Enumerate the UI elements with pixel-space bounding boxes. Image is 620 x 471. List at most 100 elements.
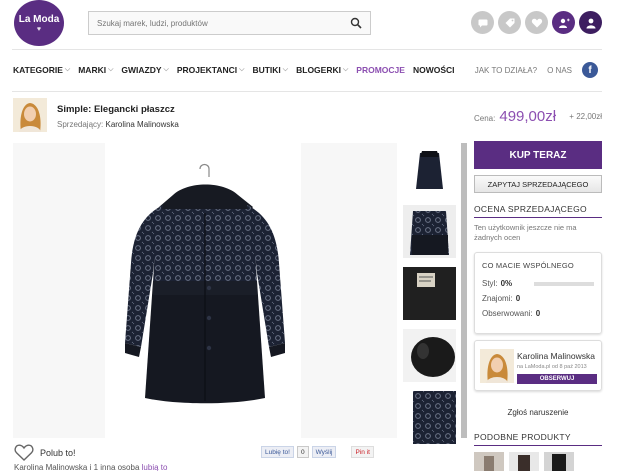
nav-item-projektanci[interactable]: PROJEKTANCI ⌵ (177, 65, 245, 75)
similar-products (474, 452, 602, 471)
header-icons (471, 11, 602, 34)
style-label: Styl: (482, 279, 498, 288)
shipping-cost: + 22,00zł (569, 112, 602, 121)
facebook-send-button[interactable]: Wyślij (311, 446, 337, 458)
social-buttons: Lubię to! 0 Wyślij Pin it (261, 446, 374, 458)
tag-icon[interactable] (498, 11, 521, 34)
likers-prefix: Karolina Malinowska i 1 inna osoba (14, 463, 140, 471)
seller-rating-header: OCENA SPRZEDAJĄCEGO (474, 204, 602, 218)
header-divider (12, 49, 602, 50)
nav-label: MARKI (78, 65, 107, 75)
thumbnail[interactable] (403, 205, 456, 258)
chevron-down-icon: ⌵ (282, 66, 289, 73)
facebook-like-button[interactable]: Lubię to! (261, 446, 294, 458)
nav-label: BUTIKI (252, 65, 281, 75)
nav-item-promocje[interactable]: PROMOCJE (356, 65, 405, 75)
logo-sub: ♥ (36, 25, 42, 33)
similar-product-thumb[interactable] (509, 452, 539, 471)
chevron-down-icon: ⌵ (239, 66, 245, 73)
product-seller: Sprzedający: Karolina Malinowska (57, 120, 179, 129)
seller-card-name[interactable]: Karolina Malinowska (517, 351, 595, 361)
thumbnail[interactable] (403, 267, 456, 320)
observed-value: 0 (535, 309, 541, 318)
style-progress-bar (534, 281, 594, 286)
chevron-down-icon: ⌵ (64, 66, 71, 73)
pinterest-button[interactable]: Pin it (351, 446, 374, 458)
facebook-icon[interactable]: f (582, 62, 598, 78)
ask-seller-button[interactable]: ZAPYTAJ SPRZEDAJĄCEGO (474, 175, 602, 193)
heart-icon[interactable] (525, 11, 548, 34)
thumbnail[interactable] (403, 329, 456, 382)
nav-label: GWIAZDY (121, 65, 162, 75)
main-product-image[interactable] (13, 143, 397, 438)
thumbnail[interactable] (403, 143, 456, 196)
nav-divider (12, 91, 602, 92)
similar-products-header: PODOBNE PRODUKTY (474, 432, 602, 446)
likers-link[interactable]: lubią to (142, 463, 168, 471)
like-button[interactable]: Polub to! (14, 444, 76, 461)
chevron-down-icon: ⌵ (108, 66, 114, 73)
nav-label: PROMOCJE (356, 65, 405, 75)
search-input[interactable] (97, 18, 350, 28)
seller-card-since: na LaModa.pl od 8 paź 2013 (517, 364, 587, 370)
chat-icon[interactable] (471, 11, 494, 34)
like-label: Polub to! (40, 447, 76, 458)
send-label: Wyślij (315, 448, 333, 456)
observed-row: Obserwowani: 0 (482, 309, 594, 318)
thumbnail-scrollbar[interactable] (461, 143, 467, 438)
thumbnail-strip (403, 143, 456, 453)
seller-card: Karolina Malinowska na LaModa.pl od 8 pa… (474, 340, 602, 391)
product-title: Simple: Elegancki płaszcz (57, 104, 175, 115)
nav-item-marki[interactable]: MARKI ⌵ (78, 65, 113, 75)
nav-right: JAK TO DZIAŁA? O NAS f (475, 62, 598, 78)
nav-label: NOWOŚCI (412, 65, 455, 75)
nav-label: PROJEKTANCI (176, 65, 238, 75)
common-header: CO MACIE WSPÓLNEGO (482, 261, 574, 270)
friends-value: 0 (515, 294, 521, 303)
seller-avatar[interactable] (13, 98, 47, 132)
main-nav: KATEGORIE ⌵ MARKI ⌵ GWIAZDY ⌵ PROJEKTANCI ⌵ … (13, 65, 463, 75)
search-icon[interactable] (350, 17, 362, 29)
seller-card-avatar[interactable] (480, 349, 514, 383)
logo[interactable]: La Moda ♥ (14, 0, 64, 46)
price-label: Cena: (474, 114, 496, 123)
fb-like-label: Lubię to! (265, 448, 290, 456)
nav-item-kategorie[interactable]: KATEGORIE ⌵ (13, 65, 70, 75)
style-value: 0% (500, 279, 513, 288)
seller-label: Sprzedający: (57, 120, 104, 129)
report-link[interactable]: Zgłoś naruszenie (474, 408, 602, 417)
nav-item-gwiazdy[interactable]: GWIAZDY ⌵ (121, 65, 168, 75)
price: Cena: 499,00zł (474, 108, 556, 125)
seller-name-link[interactable]: Karolina Malinowska (105, 120, 178, 129)
scrollbar-thumb[interactable] (461, 143, 467, 438)
page: La Moda ♥ KATEGORIE⌵ MARKI⌵ GWIAZDY⌵ P (0, 0, 620, 471)
logo-text: La Moda (18, 13, 60, 25)
observed-label: Obserwowani: (482, 309, 533, 318)
how-it-works-link[interactable]: JAK TO DZIAŁA? (475, 66, 537, 75)
chevron-down-icon: ⌵ (163, 66, 169, 73)
heart-outline-icon (14, 444, 34, 461)
thumbnail[interactable] (403, 391, 456, 444)
common-interests-box: CO MACIE WSPÓLNEGO Styl: 0% Znajomi: 0 O… (474, 252, 602, 334)
observe-button[interactable]: OBSERWUJ (517, 374, 597, 384)
nav-label: BLOGERKI (296, 65, 341, 75)
similar-product-thumb[interactable] (474, 452, 504, 471)
about-link[interactable]: O NAS (547, 66, 572, 75)
nav-label: KATEGORIE (13, 65, 63, 75)
nav-item-butiki[interactable]: BUTIKI ⌵ (252, 65, 288, 75)
similar-product-thumb[interactable] (544, 452, 574, 471)
likers-text: Karolina Malinowska i 1 inna osoba lubią… (14, 463, 167, 471)
add-user-icon[interactable] (552, 11, 575, 34)
price-value: 499,00zł (499, 108, 557, 125)
friends-row: Znajomi: 0 (482, 294, 594, 303)
friends-label: Znajomi: (482, 294, 513, 303)
buy-now-button[interactable]: KUP TERAZ (474, 141, 602, 169)
chevron-down-icon: ⌵ (342, 66, 349, 73)
nav-item-nowosci[interactable]: NOWOŚCI (413, 65, 455, 75)
nav-item-blogerki[interactable]: BLOGERKI ⌵ (296, 65, 348, 75)
profile-icon[interactable] (579, 11, 602, 34)
search-bar (88, 11, 371, 35)
rating-note: Ten użytkownik jeszcze nie ma żadnych oc… (474, 223, 577, 242)
facebook-like-count: 0 (296, 446, 309, 458)
style-row: Styl: 0% (482, 279, 594, 288)
